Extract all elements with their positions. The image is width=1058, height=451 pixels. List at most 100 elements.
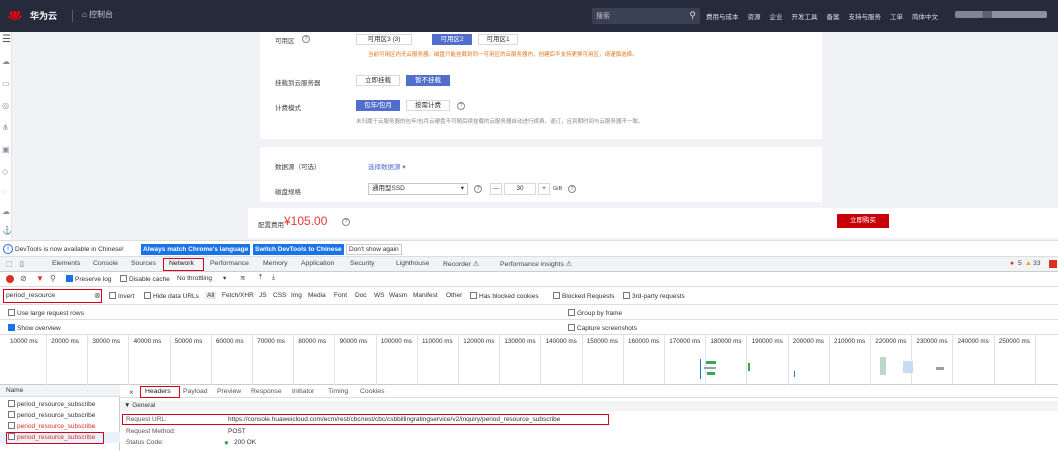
error-count[interactable]: 5 — [1018, 260, 1022, 267]
tab-timing[interactable]: Timing — [328, 388, 348, 395]
tab-initiator[interactable]: Initiator — [292, 388, 314, 395]
anchor-icon[interactable]: ⚓ — [2, 226, 12, 235]
security-icon[interactable]: ◇ — [2, 167, 8, 176]
request-row[interactable]: period_resource_subscribe — [0, 399, 120, 410]
request-row[interactable]: period_resource_subscribe — [0, 410, 120, 421]
tab-recorder[interactable]: Recorder ⚠ — [443, 260, 479, 268]
invert-checkbox[interactable]: Invert — [109, 292, 134, 300]
tab-application[interactable]: Application — [301, 260, 334, 267]
type-filter-doc[interactable]: Doc — [355, 292, 367, 299]
decrease-size-button[interactable]: — — [490, 183, 502, 195]
tab-security[interactable]: Security — [350, 260, 375, 267]
nav-item-resources[interactable]: 资源 — [748, 11, 761, 21]
type-filter-js[interactable]: JS — [259, 292, 267, 299]
request-row[interactable]: period_resource_subscribe — [0, 421, 120, 432]
name-column-header[interactable]: Name — [0, 385, 120, 397]
match-language-button[interactable]: Always match Chrome's language — [141, 244, 251, 255]
hide-data-urls-checkbox[interactable]: Hide data URLs — [144, 292, 199, 300]
checkbox-icon[interactable] — [623, 292, 630, 299]
disk-type-select[interactable]: 通用型SSD ▾ — [368, 183, 468, 195]
nav-item-support[interactable]: 支持与服务 — [849, 11, 882, 21]
tab-lighthouse[interactable]: Lighthouse — [396, 260, 429, 267]
export-har-icon[interactable]: ⤓ — [272, 274, 275, 282]
capture-screenshots-checkbox[interactable]: Capture screenshots — [568, 324, 637, 332]
dont-show-again-button[interactable]: Don't show again — [346, 244, 402, 255]
checkbox-checked-icon[interactable] — [66, 275, 73, 282]
huawei-logo-icon[interactable] — [8, 10, 22, 22]
billing-yearly-button[interactable]: 包年/包月 — [356, 100, 400, 111]
tab-console[interactable]: Console — [93, 260, 118, 267]
tab-memory[interactable]: Memory — [263, 260, 288, 267]
help-icon[interactable]: ? — [474, 185, 482, 193]
import-har-icon[interactable]: ⤒ — [259, 274, 262, 282]
tab-performance-insights[interactable]: Performance insights ⚠ — [500, 260, 572, 268]
global-search-input[interactable]: 搜索 ⚲ — [592, 8, 700, 24]
cloud-alt-icon[interactable]: ☁ — [2, 207, 10, 216]
type-filter-wasm[interactable]: Wasm — [389, 292, 407, 299]
network-overview-timeline[interactable]: 10000 ms 20000 ms 30000 ms 40000 ms 50000 ms… — [0, 335, 1058, 385]
help-icon[interactable]: ? — [302, 35, 310, 43]
type-filter-img[interactable]: Img — [291, 292, 302, 299]
clear-icon[interactable]: ⊘ — [20, 274, 27, 283]
disk-size-input[interactable]: 30 — [504, 183, 536, 195]
preserve-log-checkbox[interactable]: Preserve log — [66, 275, 112, 283]
attach-now-button[interactable]: 立即挂载 — [356, 75, 400, 86]
tab-sources[interactable]: Sources — [131, 260, 156, 267]
checkbox-icon[interactable] — [8, 309, 15, 316]
checkbox-icon[interactable] — [144, 292, 151, 299]
checkbox-icon[interactable] — [109, 292, 116, 299]
network-icon[interactable]: ⋔ — [2, 123, 9, 132]
database-icon[interactable]: ◎ — [2, 101, 9, 110]
type-filter-font[interactable]: Font — [334, 292, 347, 299]
nav-item-tickets[interactable]: 工单 — [890, 11, 903, 21]
filter-icon[interactable]: ▼ — [36, 274, 44, 283]
billing-ondemand-button[interactable]: 按需计费 — [406, 100, 450, 111]
type-filter-other[interactable]: Other — [446, 292, 462, 299]
chevron-down-icon[interactable]: ▾ — [223, 274, 226, 282]
console-home-link[interactable]: ⌂ 控制台 — [82, 9, 113, 20]
cloud-icon[interactable]: ☁ — [2, 57, 10, 66]
blocked-requests-checkbox[interactable]: Blocked Requests — [553, 292, 614, 300]
increase-size-button[interactable]: + — [538, 183, 550, 195]
az-option-2[interactable]: 可用区2 — [432, 34, 472, 45]
large-rows-checkbox[interactable]: Use large request rows — [8, 309, 84, 317]
menu-icon[interactable]: ☰ — [2, 34, 11, 45]
tab-payload[interactable]: Payload — [183, 388, 208, 395]
checkbox-icon[interactable] — [120, 275, 127, 282]
az-option-3[interactable]: 可用区3 (3) — [356, 34, 412, 45]
tab-preview[interactable]: Preview — [217, 388, 241, 395]
checkbox-icon[interactable] — [470, 292, 477, 299]
brand-name[interactable]: 华为云 — [30, 9, 57, 22]
checkbox-checked-icon[interactable] — [8, 324, 15, 331]
help-icon[interactable]: ? — [568, 185, 576, 193]
wifi-icon[interactable]: ≋ — [240, 274, 245, 282]
nav-item-enterprise[interactable]: 企业 — [770, 11, 783, 21]
type-filter-all[interactable]: All — [205, 292, 217, 299]
checkbox-icon[interactable] — [568, 309, 575, 316]
warning-count[interactable]: 33 — [1033, 260, 1041, 267]
type-filter-ws[interactable]: WS — [374, 292, 384, 299]
record-icon[interactable] — [6, 275, 14, 283]
type-filter-fetch-xhr[interactable]: Fetch/XHR — [222, 292, 254, 299]
type-filter-media[interactable]: Media — [308, 292, 326, 299]
help-icon[interactable]: ? — [457, 102, 465, 110]
buy-now-button[interactable]: 立即购买 — [837, 214, 889, 228]
throttling-select[interactable]: No throttling — [177, 275, 212, 282]
close-icon[interactable]: × — [129, 388, 134, 397]
checkbox-icon[interactable] — [568, 324, 575, 331]
disable-cache-checkbox[interactable]: Disable cache — [120, 275, 170, 283]
az-option-1[interactable]: 可用区1 — [478, 34, 518, 45]
show-overview-checkbox[interactable]: Show overview — [8, 324, 61, 332]
server-icon[interactable]: ▭ — [2, 79, 10, 88]
tab-elements[interactable]: Elements — [52, 260, 80, 267]
nav-item-billing[interactable]: 费用与成本 — [706, 11, 739, 21]
tab-performance[interactable]: Performance — [210, 260, 249, 267]
group-by-frame-checkbox[interactable]: Group by frame — [568, 309, 622, 317]
data-source-link[interactable]: 选择数据源 ▾ — [368, 161, 406, 171]
type-filter-manifest[interactable]: Manifest — [413, 292, 438, 299]
issues-icon[interactable] — [1049, 260, 1057, 268]
tab-cookies[interactable]: Cookies — [360, 388, 385, 395]
blocked-cookies-checkbox[interactable]: Has blocked cookies — [470, 292, 539, 300]
nav-item-filing[interactable]: 备案 — [827, 11, 840, 21]
device-toolbar-icon[interactable]: ▯ — [20, 260, 24, 268]
